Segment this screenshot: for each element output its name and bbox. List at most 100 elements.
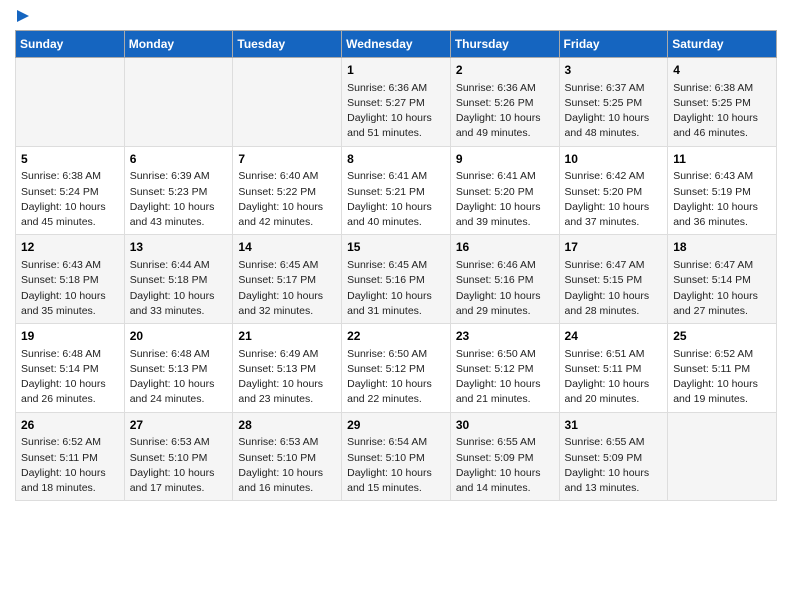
- calendar-cell: 9Sunrise: 6:41 AM Sunset: 5:20 PM Daylig…: [450, 146, 559, 235]
- day-info: Sunrise: 6:36 AM Sunset: 5:26 PM Dayligh…: [456, 81, 554, 142]
- calendar-week-row: 5Sunrise: 6:38 AM Sunset: 5:24 PM Daylig…: [16, 146, 777, 235]
- day-info: Sunrise: 6:47 AM Sunset: 5:14 PM Dayligh…: [673, 258, 771, 319]
- day-number: 14: [238, 239, 336, 256]
- day-number: 5: [21, 151, 119, 168]
- day-number: 17: [565, 239, 663, 256]
- day-number: 9: [456, 151, 554, 168]
- calendar-table: SundayMondayTuesdayWednesdayThursdayFrid…: [15, 30, 777, 501]
- calendar-cell: 2 Sunrise: 6:36 AM Sunset: 5:26 PM Daylig…: [450, 58, 559, 147]
- day-number: 27: [130, 417, 228, 434]
- day-of-week-header: Tuesday: [233, 31, 342, 58]
- calendar-cell: 29Sunrise: 6:54 AM Sunset: 5:10 PM Dayli…: [342, 412, 451, 501]
- day-info: Sunrise: 6:48 AM Sunset: 5:13 PM Dayligh…: [130, 347, 228, 408]
- day-number: 7: [238, 151, 336, 168]
- day-info: Sunrise: 6:55 AM Sunset: 5:09 PM Dayligh…: [456, 435, 554, 496]
- calendar-cell: 30Sunrise: 6:55 AM Sunset: 5:09 PM Dayli…: [450, 412, 559, 501]
- calendar-cell: 27Sunrise: 6:53 AM Sunset: 5:10 PM Dayli…: [124, 412, 233, 501]
- day-number: 16: [456, 239, 554, 256]
- calendar-week-row: 12 Sunrise: 6:43 AM Sunset: 5:18 PM Dayli…: [16, 235, 777, 324]
- day-info: Sunrise: 6:55 AM Sunset: 5:09 PM Dayligh…: [565, 435, 663, 496]
- day-info: Sunrise: 6:37 AM Sunset: 5:25 PM Dayligh…: [565, 81, 663, 142]
- calendar-cell: 28Sunrise: 6:53 AM Sunset: 5:10 PM Dayli…: [233, 412, 342, 501]
- day-of-week-header: Monday: [124, 31, 233, 58]
- calendar-cell: 1 Sunrise: 6:36 AM Sunset: 5:27 PM Daylig…: [342, 58, 451, 147]
- calendar-cell: 20 Sunrise: 6:48 AM Sunset: 5:13 PM Dayli…: [124, 324, 233, 413]
- day-of-week-header: Sunday: [16, 31, 125, 58]
- day-info: Sunrise: 6:41 AM Sunset: 5:21 PM Dayligh…: [347, 169, 445, 230]
- day-info: Sunrise: 6:47 AM Sunset: 5:15 PM Dayligh…: [565, 258, 663, 319]
- day-of-week-header: Thursday: [450, 31, 559, 58]
- day-info: Sunrise: 6:50 AM Sunset: 5:12 PM Dayligh…: [347, 347, 445, 408]
- day-info: Sunrise: 6:43 AM Sunset: 5:19 PM Dayligh…: [673, 169, 771, 230]
- day-number: 19: [21, 328, 119, 345]
- day-info: Sunrise: 6:45 AM Sunset: 5:16 PM Dayligh…: [347, 258, 445, 319]
- day-info: Sunrise: 6:51 AM Sunset: 5:11 PM Dayligh…: [565, 347, 663, 408]
- day-number: 20: [130, 328, 228, 345]
- day-of-week-header: Friday: [559, 31, 668, 58]
- calendar-cell: 31Sunrise: 6:55 AM Sunset: 5:09 PM Dayli…: [559, 412, 668, 501]
- day-number: 26: [21, 417, 119, 434]
- day-info: Sunrise: 6:52 AM Sunset: 5:11 PM Dayligh…: [21, 435, 119, 496]
- day-info: Sunrise: 6:53 AM Sunset: 5:10 PM Dayligh…: [238, 435, 336, 496]
- calendar-cell: 14 Sunrise: 6:45 AM Sunset: 5:17 PM Dayli…: [233, 235, 342, 324]
- day-info: Sunrise: 6:44 AM Sunset: 5:18 PM Dayligh…: [130, 258, 228, 319]
- day-info: Sunrise: 6:45 AM Sunset: 5:17 PM Dayligh…: [238, 258, 336, 319]
- day-number: 18: [673, 239, 771, 256]
- calendar-cell: [16, 58, 125, 147]
- day-info: Sunrise: 6:40 AM Sunset: 5:22 PM Dayligh…: [238, 169, 336, 230]
- day-number: 25: [673, 328, 771, 345]
- calendar-cell: 16 Sunrise: 6:46 AM Sunset: 5:16 PM Dayli…: [450, 235, 559, 324]
- calendar-cell: [124, 58, 233, 147]
- day-number: 12: [21, 239, 119, 256]
- day-number: 23: [456, 328, 554, 345]
- day-info: Sunrise: 6:53 AM Sunset: 5:10 PM Dayligh…: [130, 435, 228, 496]
- day-number: 6: [130, 151, 228, 168]
- calendar-cell: 17 Sunrise: 6:47 AM Sunset: 5:15 PM Dayli…: [559, 235, 668, 324]
- day-info: Sunrise: 6:49 AM Sunset: 5:13 PM Dayligh…: [238, 347, 336, 408]
- calendar-cell: 7Sunrise: 6:40 AM Sunset: 5:22 PM Daylig…: [233, 146, 342, 235]
- header: [15, 10, 777, 22]
- calendar-cell: 23Sunrise: 6:50 AM Sunset: 5:12 PM Dayli…: [450, 324, 559, 413]
- logo-arrow-icon: [17, 10, 29, 22]
- day-number: 10: [565, 151, 663, 168]
- calendar-cell: 15 Sunrise: 6:45 AM Sunset: 5:16 PM Dayli…: [342, 235, 451, 324]
- day-info: Sunrise: 6:36 AM Sunset: 5:27 PM Dayligh…: [347, 81, 445, 142]
- calendar-cell: 11Sunrise: 6:43 AM Sunset: 5:19 PM Dayli…: [668, 146, 777, 235]
- calendar-week-row: 1 Sunrise: 6:36 AM Sunset: 5:27 PM Daylig…: [16, 58, 777, 147]
- day-info: Sunrise: 6:38 AM Sunset: 5:24 PM Dayligh…: [21, 169, 119, 230]
- calendar-cell: 21Sunrise: 6:49 AM Sunset: 5:13 PM Dayli…: [233, 324, 342, 413]
- calendar-cell: 6Sunrise: 6:39 AM Sunset: 5:23 PM Daylig…: [124, 146, 233, 235]
- day-number: 4: [673, 62, 771, 79]
- calendar-week-row: 26Sunrise: 6:52 AM Sunset: 5:11 PM Dayli…: [16, 412, 777, 501]
- calendar-cell: 22 Sunrise: 6:50 AM Sunset: 5:12 PM Dayli…: [342, 324, 451, 413]
- day-info: Sunrise: 6:43 AM Sunset: 5:18 PM Dayligh…: [21, 258, 119, 319]
- calendar-cell: 13 Sunrise: 6:44 AM Sunset: 5:18 PM Dayli…: [124, 235, 233, 324]
- calendar-cell: 24Sunrise: 6:51 AM Sunset: 5:11 PM Dayli…: [559, 324, 668, 413]
- day-number: 13: [130, 239, 228, 256]
- day-number: 8: [347, 151, 445, 168]
- calendar-header: SundayMondayTuesdayWednesdayThursdayFrid…: [16, 31, 777, 58]
- calendar-cell: 19 Sunrise: 6:48 AM Sunset: 5:14 PM Dayli…: [16, 324, 125, 413]
- day-of-week-header: Wednesday: [342, 31, 451, 58]
- day-info: Sunrise: 6:48 AM Sunset: 5:14 PM Dayligh…: [21, 347, 119, 408]
- day-number: 3: [565, 62, 663, 79]
- calendar-cell: [668, 412, 777, 501]
- day-number: 28: [238, 417, 336, 434]
- day-info: Sunrise: 6:54 AM Sunset: 5:10 PM Dayligh…: [347, 435, 445, 496]
- day-number: 1: [347, 62, 445, 79]
- day-number: 11: [673, 151, 771, 168]
- calendar-cell: 8Sunrise: 6:41 AM Sunset: 5:21 PM Daylig…: [342, 146, 451, 235]
- calendar-cell: 3 Sunrise: 6:37 AM Sunset: 5:25 PM Daylig…: [559, 58, 668, 147]
- day-info: Sunrise: 6:46 AM Sunset: 5:16 PM Dayligh…: [456, 258, 554, 319]
- calendar-cell: 10Sunrise: 6:42 AM Sunset: 5:20 PM Dayli…: [559, 146, 668, 235]
- calendar-week-row: 19 Sunrise: 6:48 AM Sunset: 5:14 PM Dayli…: [16, 324, 777, 413]
- day-info: Sunrise: 6:42 AM Sunset: 5:20 PM Dayligh…: [565, 169, 663, 230]
- day-info: Sunrise: 6:38 AM Sunset: 5:25 PM Dayligh…: [673, 81, 771, 142]
- day-number: 15: [347, 239, 445, 256]
- calendar-cell: 12 Sunrise: 6:43 AM Sunset: 5:18 PM Dayli…: [16, 235, 125, 324]
- day-number: 29: [347, 417, 445, 434]
- day-number: 22: [347, 328, 445, 345]
- day-number: 2: [456, 62, 554, 79]
- calendar-cell: 25 Sunrise: 6:52 AM Sunset: 5:11 PM Dayli…: [668, 324, 777, 413]
- day-info: Sunrise: 6:52 AM Sunset: 5:11 PM Dayligh…: [673, 347, 771, 408]
